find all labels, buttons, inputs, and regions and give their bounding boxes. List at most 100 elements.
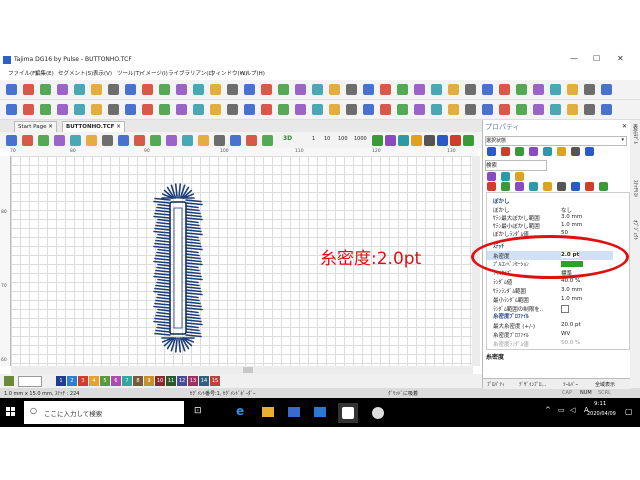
- toolbar-tool-icon[interactable]: [176, 104, 187, 115]
- property-row[interactable]: 最小ﾗﾝﾀﾞﾑ範囲 1.0 mm: [487, 295, 613, 304]
- toolbar-tool-icon[interactable]: [214, 135, 225, 146]
- property-tool-icon[interactable]: [585, 147, 594, 156]
- toolbar-tool-icon[interactable]: [134, 135, 145, 146]
- volume-icon[interactable]: ◁: [570, 406, 575, 414]
- toolbar-tool-icon[interactable]: [102, 135, 113, 146]
- menu-file[interactable]: ファイル(F): [8, 69, 37, 77]
- minimize-icon[interactable]: —: [570, 54, 578, 63]
- toolbar-tool-icon[interactable]: [448, 84, 459, 95]
- property-tool-icon[interactable]: [487, 182, 496, 191]
- toolbar-tool-icon[interactable]: [601, 104, 612, 115]
- color-swatch[interactable]: 14: [199, 376, 209, 386]
- toolbar-tool-icon[interactable]: [601, 84, 612, 95]
- side-tab-stitch-list[interactable]: ｽﾃｯﾁﾘｽﾄ: [632, 180, 639, 198]
- property-tool-icon[interactable]: [487, 172, 496, 181]
- notification-icon[interactable]: ▢: [625, 407, 633, 416]
- toolbar-tool-icon[interactable]: [159, 104, 170, 115]
- toolbar-tool-icon[interactable]: [6, 84, 17, 95]
- network-icon[interactable]: ▭: [558, 406, 565, 414]
- toolbar-tool-icon[interactable]: [448, 104, 459, 115]
- stitch-100-button[interactable]: 100: [338, 136, 348, 142]
- toolbar-tool-icon[interactable]: [398, 135, 409, 146]
- toolbar-tool-icon[interactable]: [329, 84, 340, 95]
- property-tool-icon[interactable]: [557, 147, 566, 156]
- toolbar-tool-icon[interactable]: [198, 135, 209, 146]
- toolbar-tool-icon[interactable]: [397, 104, 408, 115]
- toolbar-tool-icon[interactable]: [227, 84, 238, 95]
- tab-toolbar[interactable]: ﾂｰﾙﾊﾞｰ: [563, 381, 578, 388]
- toolbar-tool-icon[interactable]: [86, 135, 97, 146]
- property-tool-icon[interactable]: [557, 182, 566, 191]
- toolbar-tool-icon[interactable]: [372, 135, 383, 146]
- toolbar-tool-icon[interactable]: [210, 104, 221, 115]
- property-tool-icon[interactable]: [571, 147, 580, 156]
- toolbar-tool-icon[interactable]: [550, 84, 561, 95]
- toolbar-tool-icon[interactable]: [385, 135, 396, 146]
- toolbar-tool-icon[interactable]: [142, 84, 153, 95]
- property-tool-icon[interactable]: [501, 182, 510, 191]
- scroll-thumb[interactable]: [243, 367, 253, 373]
- toolbar-tool-icon[interactable]: [295, 84, 306, 95]
- property-tool-icon[interactable]: [529, 147, 538, 156]
- toolbar-tool-icon[interactable]: [6, 135, 17, 146]
- toolbar-tool-icon[interactable]: [431, 104, 442, 115]
- toolbar-tool-icon[interactable]: [346, 84, 357, 95]
- toolbar-tool-icon[interactable]: [159, 84, 170, 95]
- toolbar-tool-icon[interactable]: [57, 104, 68, 115]
- toolbar-tool-icon[interactable]: [166, 135, 177, 146]
- toolbar-tool-icon[interactable]: [278, 84, 289, 95]
- menu-view[interactable]: 表示(V): [93, 69, 112, 77]
- tab-fit-view[interactable]: 全域表示: [595, 381, 615, 388]
- stitch-1000-button[interactable]: 1000: [354, 136, 367, 142]
- toolbar-tool-icon[interactable]: [74, 84, 85, 95]
- toolbar-tool-icon[interactable]: [465, 104, 476, 115]
- color-swatch[interactable]: 6: [111, 376, 121, 386]
- 3d-button[interactable]: 3D: [283, 135, 292, 142]
- color-swatch[interactable]: 9: [144, 376, 154, 386]
- toolbar-tool-icon[interactable]: [74, 104, 85, 115]
- toolbar-tool-icon[interactable]: [516, 84, 527, 95]
- menu-image[interactable]: イメージ(I): [140, 69, 168, 77]
- dg16-taskbar-icon[interactable]: [338, 403, 358, 423]
- mail-icon[interactable]: [314, 407, 326, 417]
- toolbar-tool-icon[interactable]: [40, 84, 51, 95]
- toolbar-tool-icon[interactable]: [295, 104, 306, 115]
- menu-edit[interactable]: 編集(E): [35, 69, 54, 77]
- toolbar-tool-icon[interactable]: [414, 104, 425, 115]
- property-tool-icon[interactable]: [515, 182, 524, 191]
- edge-icon[interactable]: e: [236, 404, 244, 418]
- toolbar-tool-icon[interactable]: [437, 135, 448, 146]
- toolbar-tool-icon[interactable]: [363, 104, 374, 115]
- toolbar-tool-icon[interactable]: [482, 84, 493, 95]
- side-tab-view-model[interactable]: 表示ﾓﾃﾞﾙ: [632, 124, 639, 144]
- tray-chevron-icon[interactable]: ^: [545, 406, 551, 414]
- maximize-icon[interactable]: ☐: [593, 54, 600, 63]
- property-category-select[interactable]: 選択状態 ▾: [485, 136, 627, 146]
- toolbar-tool-icon[interactable]: [176, 84, 187, 95]
- toolbar-tool-icon[interactable]: [516, 104, 527, 115]
- toolbar-tool-icon[interactable]: [246, 135, 257, 146]
- color-swatch[interactable]: 8: [133, 376, 143, 386]
- toolbar-tool-icon[interactable]: [584, 104, 595, 115]
- toolbar-tool-icon[interactable]: [54, 135, 65, 146]
- toolbar-tool-icon[interactable]: [244, 104, 255, 115]
- toolbar-tool-icon[interactable]: [57, 84, 68, 95]
- property-row[interactable]: 糸密度ﾌﾟﾛﾌｧｲﾙ WV: [487, 330, 613, 339]
- toolbar-tool-icon[interactable]: [261, 84, 272, 95]
- limit-random-checkbox[interactable]: [561, 305, 569, 313]
- toolbar-tool-icon[interactable]: [193, 84, 204, 95]
- property-tool-icon[interactable]: [501, 147, 510, 156]
- toolbar-tool-icon[interactable]: [230, 135, 241, 146]
- property-tool-icon[interactable]: [543, 147, 552, 156]
- toolbar-tool-icon[interactable]: [278, 104, 289, 115]
- toolbar-tool-icon[interactable]: [244, 84, 255, 95]
- toolbar-tool-icon[interactable]: [482, 104, 493, 115]
- property-search-input[interactable]: 検索: [485, 160, 547, 171]
- color-swatch[interactable]: 12: [177, 376, 187, 386]
- toolbar-tool-icon[interactable]: [227, 104, 238, 115]
- toolbar-tool-icon[interactable]: [108, 104, 119, 115]
- toolbar-tool-icon[interactable]: [567, 84, 578, 95]
- toolbar-tool-icon[interactable]: [6, 104, 17, 115]
- toolbar-tool-icon[interactable]: [150, 135, 161, 146]
- toolbar-tool-icon[interactable]: [397, 84, 408, 95]
